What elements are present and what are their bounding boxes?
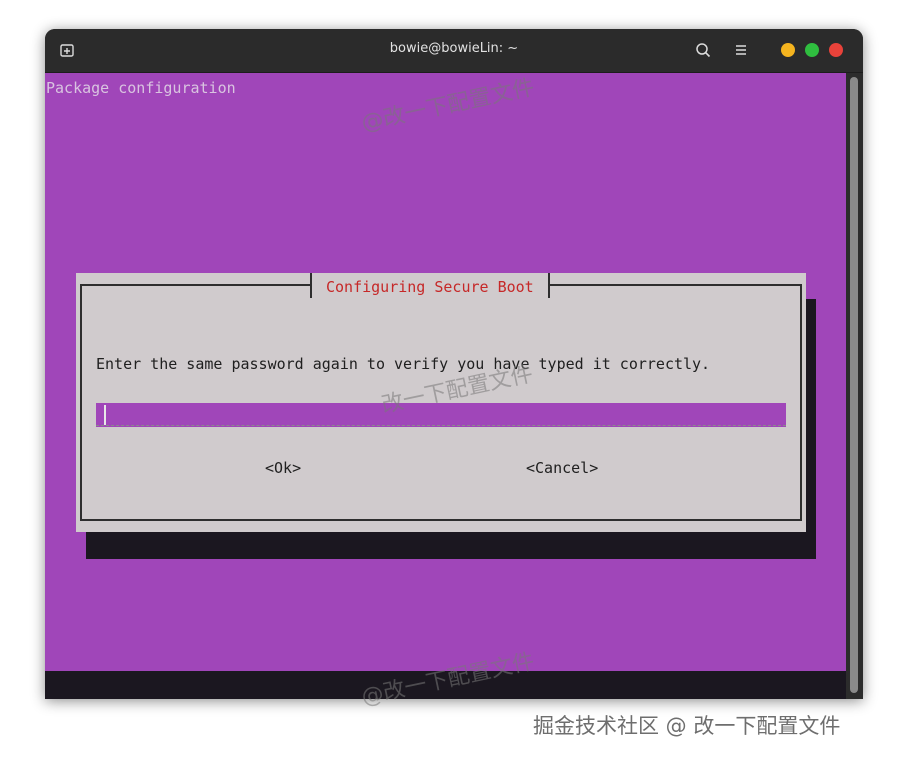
footer-watermark: 掘金技术社区 @ 改一下配置文件 xyxy=(533,714,841,738)
maximize-button[interactable] xyxy=(805,43,819,57)
search-icon[interactable] xyxy=(695,42,711,58)
text-cursor xyxy=(104,405,106,425)
package-configuration-header: Package configuration xyxy=(46,79,236,97)
scrollbar-thumb[interactable] xyxy=(850,77,858,693)
ok-button[interactable]: <Ok> xyxy=(265,459,301,477)
dialog-title: Configuring Secure Boot xyxy=(326,278,534,296)
close-button[interactable] xyxy=(829,43,843,57)
dialog-title-frame: Configuring Secure Boot xyxy=(310,273,550,298)
terminal-window: bowie@bowieLin: ~ Package configuration … xyxy=(45,29,863,699)
password-field-underline xyxy=(96,425,786,426)
dialog-message: Enter the same password again to verify … xyxy=(96,355,711,373)
minimize-button[interactable] xyxy=(781,43,795,57)
cancel-button[interactable]: <Cancel> xyxy=(526,459,598,477)
title-bar[interactable]: bowie@bowieLin: ~ xyxy=(45,29,863,73)
hamburger-menu-icon[interactable] xyxy=(734,43,748,57)
terminal-area[interactable]: Package configuration Configuring Secure… xyxy=(45,73,846,671)
